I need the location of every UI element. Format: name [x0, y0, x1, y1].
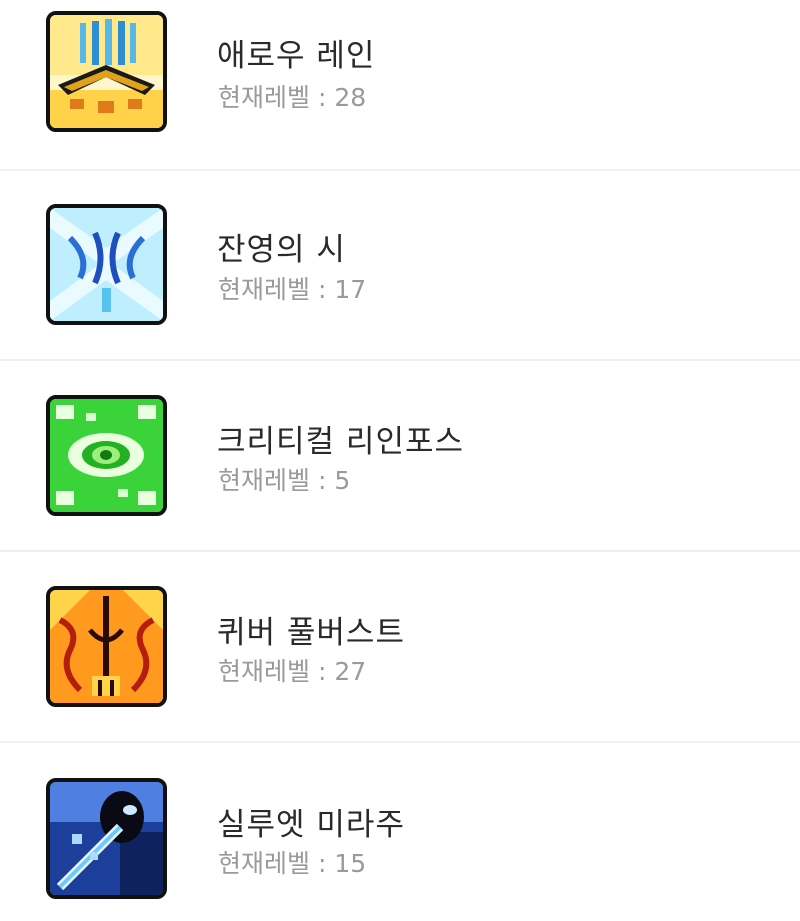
level-prefix: 현재레벨 : — [218, 466, 335, 495]
level-prefix: 현재레벨 : — [218, 275, 335, 304]
skill-name: 실루엣 미라주 — [217, 807, 405, 843]
afterimage-arrow-icon — [46, 204, 167, 325]
skill-level: 현재레벨 : 17 — [218, 270, 366, 306]
skill-name: 잔영의 시 — [217, 232, 346, 268]
silhouette-mirage-icon — [46, 778, 167, 899]
skill-row[interactable]: 크리티컬 리인포스 현재레벨 : 5 — [0, 361, 800, 552]
critical-reinforce-icon — [46, 395, 167, 516]
skill-name: 퀴버 풀버스트 — [217, 615, 405, 651]
skill-row[interactable]: 퀴버 풀버스트 현재레벨 : 27 — [0, 552, 800, 743]
level-value: 28 — [334, 83, 367, 112]
level-value: 27 — [334, 657, 367, 686]
skill-level: 현재레벨 : 15 — [218, 844, 366, 880]
arrow-rain-icon — [46, 11, 167, 132]
skill-level: 현재레벨 : 5 — [218, 461, 350, 497]
skill-row[interactable]: 잔영의 시 현재레벨 : 17 — [0, 171, 800, 361]
level-prefix: 현재레벨 : — [218, 849, 335, 878]
level-value: 5 — [334, 466, 351, 495]
level-value: 15 — [334, 849, 367, 878]
skill-name: 애로우 레인 — [217, 38, 376, 74]
skill-name: 크리티컬 리인포스 — [217, 424, 465, 460]
level-prefix: 현재레벨 : — [218, 83, 335, 112]
quiver-full-burst-icon — [46, 586, 167, 707]
level-prefix: 현재레벨 : — [218, 657, 335, 686]
skill-row[interactable]: 실루엣 미라주 현재레벨 : 15 — [0, 743, 800, 921]
skill-row[interactable]: 애로우 레인 현재레벨 : 28 — [0, 0, 800, 171]
level-value: 17 — [334, 275, 367, 304]
skill-level: 현재레벨 : 27 — [218, 652, 366, 688]
skill-level: 현재레벨 : 28 — [218, 78, 366, 114]
skill-list: 애로우 레인 현재레벨 : 28 잔영의 시 현재레벨 : 17 크리티컬 리인… — [0, 0, 800, 921]
